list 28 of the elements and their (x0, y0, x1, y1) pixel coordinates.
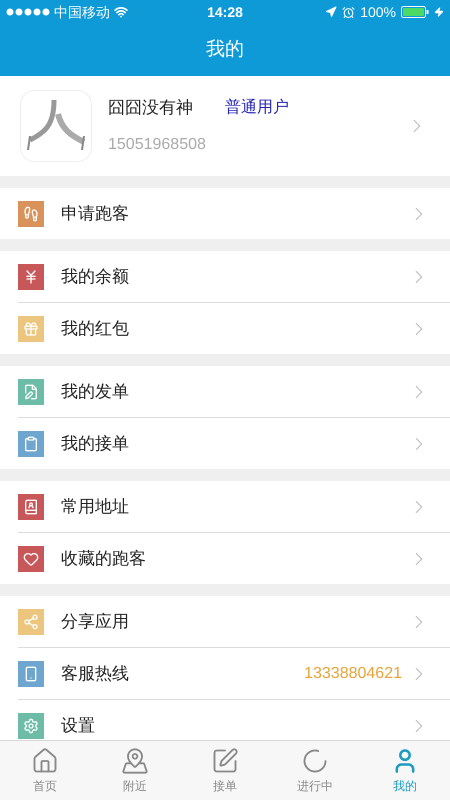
menu-item[interactable]: 客服热线 13338804621 (18, 648, 450, 699)
user-name: 囧囧没有神 (108, 97, 193, 120)
profile-card[interactable]: 囧囧没有神 普通用户 15051968508 (0, 76, 450, 176)
alarm-icon (342, 6, 356, 18)
menu-item[interactable]: 我的发单 (18, 366, 450, 417)
menu-item[interactable]: 我的红包 (18, 303, 450, 354)
edit-icon (211, 746, 239, 774)
location-icon (325, 6, 338, 18)
user-phone: 15051968508 (108, 134, 207, 155)
carrier-text: 中国移动 (54, 2, 110, 22)
signal-icon (6, 8, 50, 16)
clock-text: 14:28 (207, 2, 243, 22)
battery-icon (401, 6, 429, 18)
wifi-icon (114, 5, 128, 19)
page-title: 我的 (206, 38, 244, 62)
menu-item[interactable]: 我的接单 (18, 418, 450, 469)
menu-item[interactable]: 常用地址 (18, 481, 450, 532)
avatar-logo-icon (20, 90, 92, 162)
map-pin-icon (121, 746, 149, 774)
user-role: 普通用户 (225, 97, 289, 118)
battery-text: 100% (360, 2, 396, 22)
menu-item[interactable]: 收藏的跑客 (18, 533, 450, 584)
menu-item[interactable]: 分享应用 (18, 596, 450, 647)
hotline-number: 13338804621 (304, 664, 402, 684)
charging-icon (434, 7, 444, 17)
home-icon (31, 746, 59, 774)
menu-item[interactable]: 设置 (18, 700, 450, 740)
menu-item[interactable]: 我的余额 (18, 251, 450, 302)
